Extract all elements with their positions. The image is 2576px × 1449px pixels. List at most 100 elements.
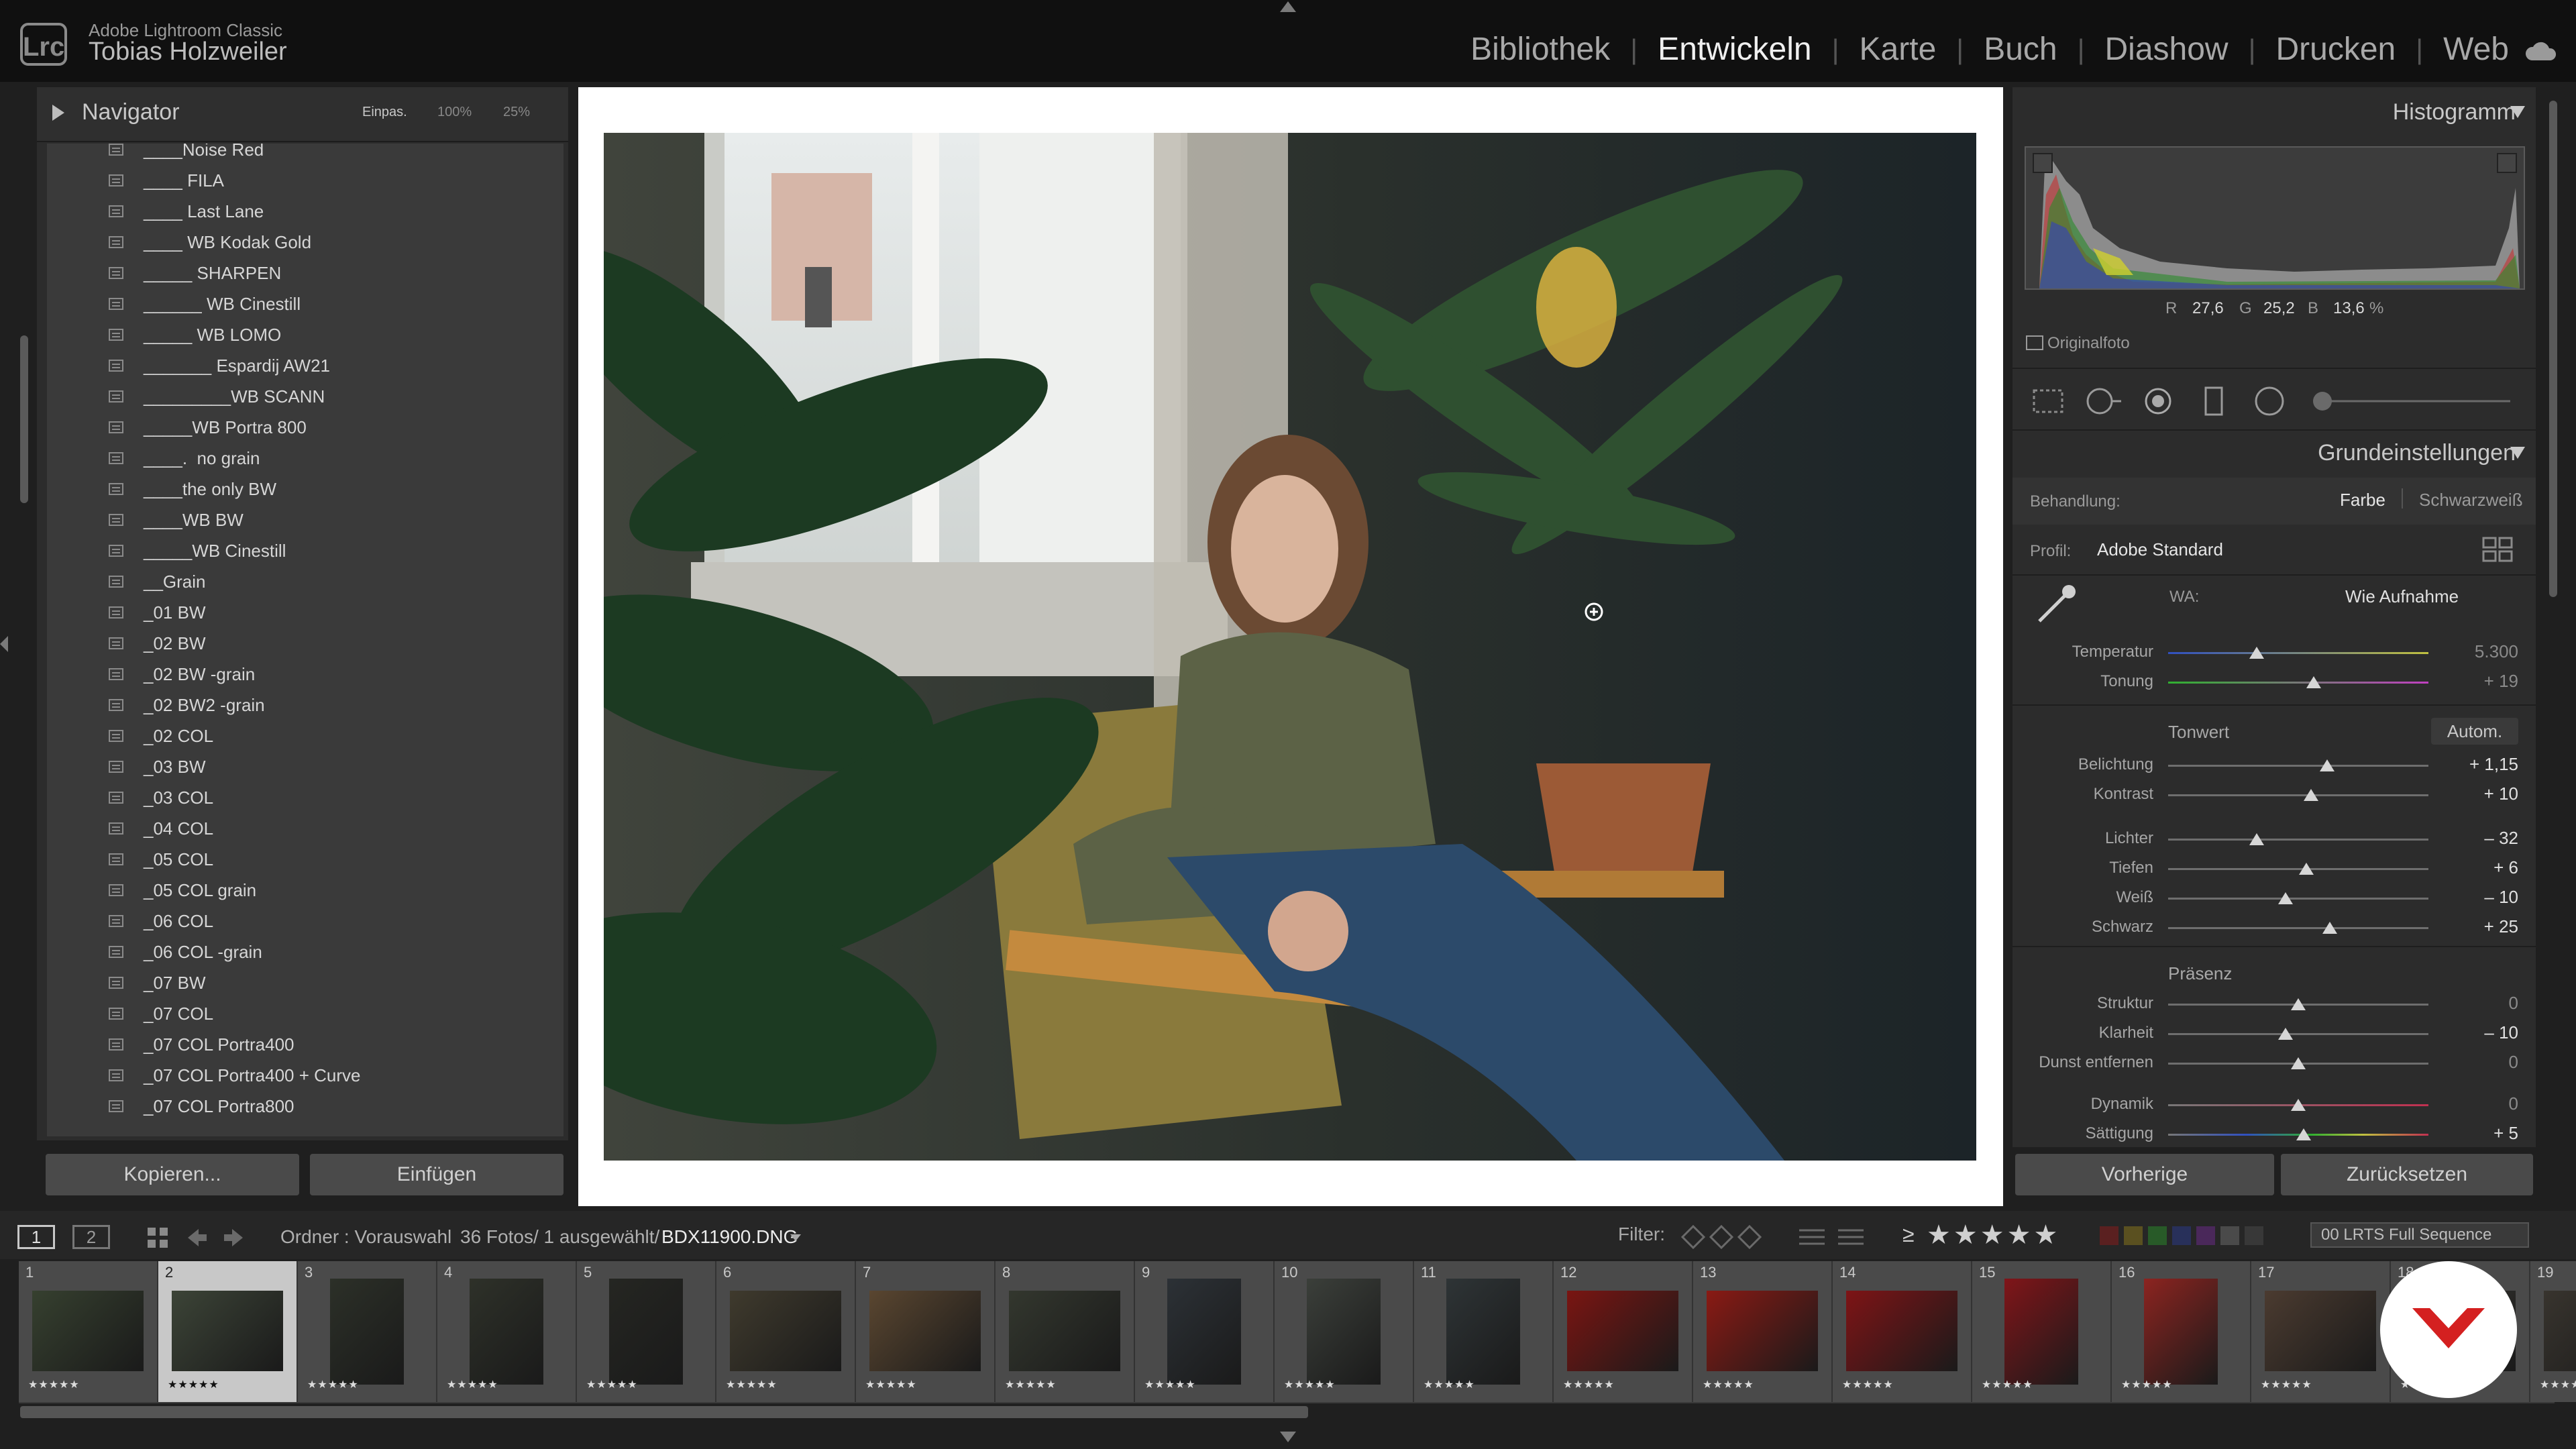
module-tab-drucken[interactable]: Drucken <box>2276 31 2396 68</box>
preset-item[interactable]: _02 COL <box>47 720 564 751</box>
filmstrip-thumbnail[interactable]: 13 ★★★★★ <box>1693 1261 1833 1402</box>
histogram-graph[interactable] <box>2025 146 2525 290</box>
zoom-fit-option[interactable]: Einpas. <box>362 105 407 120</box>
preset-item[interactable]: _06 COL -grain <box>47 936 564 967</box>
filename-dropdown-icon[interactable] <box>790 1234 801 1241</box>
slider-value[interactable]: + 6 <box>2445 857 2518 878</box>
slider-value[interactable]: 5.300 <box>2445 641 2518 662</box>
white-balance-picker-icon[interactable] <box>2033 581 2080 628</box>
grid-view-icon[interactable] <box>146 1226 169 1249</box>
module-tab-bibliothek[interactable]: Bibliothek <box>1470 31 1610 68</box>
slider-track[interactable] <box>2168 839 2428 841</box>
profile-browser-icon[interactable] <box>2482 537 2513 564</box>
shadow-clipping-icon[interactable] <box>2033 153 2053 173</box>
radial-filter-icon[interactable] <box>2253 385 2286 417</box>
highlight-clipping-icon[interactable] <box>2497 153 2517 173</box>
slider-thumb[interactable] <box>2306 676 2322 688</box>
filmstrip-thumbnail[interactable]: 9 ★★★★★ <box>1135 1261 1275 1402</box>
preset-item[interactable]: ______ WB Cinestill <box>47 288 564 319</box>
filmstrip-thumbnail[interactable]: 2 ★★★★★ <box>158 1261 298 1402</box>
zoom-100-option[interactable]: 100% <box>437 105 472 120</box>
filmstrip-thumbnail[interactable]: 1 ★★★★★ <box>19 1261 158 1402</box>
slider-value[interactable]: – 10 <box>2445 1022 2518 1043</box>
preset-item[interactable]: _________WB SCANN <box>47 381 564 412</box>
previous-settings-button[interactable]: Vorherige <box>2015 1154 2274 1195</box>
auto-tone-button[interactable]: Autom. <box>2431 718 2518 745</box>
slider-thumb[interactable] <box>2291 1057 2306 1069</box>
preset-item[interactable]: ____ WB Kodak Gold <box>47 227 564 258</box>
red-eye-icon[interactable] <box>2141 385 2175 417</box>
second-window-button[interactable]: 2 <box>72 1225 110 1249</box>
collapse-left-panel-icon[interactable] <box>0 636 8 652</box>
slider-value[interactable]: 0 <box>2445 1093 2518 1114</box>
wb-select[interactable]: Wie Aufnahme <box>2345 586 2459 607</box>
basic-panel-collapse-icon[interactable] <box>2510 447 2525 459</box>
preset-item[interactable]: _03 BW <box>47 751 564 782</box>
filmstrip-thumbnail[interactable]: 17 ★★★★★ <box>2251 1261 2391 1402</box>
treatment-bw-option[interactable]: Schwarzweiß <box>2419 490 2523 511</box>
filmstrip-thumbnail[interactable]: 5 ★★★★★ <box>577 1261 716 1402</box>
slider-track[interactable] <box>2168 765 2428 767</box>
preset-item[interactable]: _02 BW <box>47 628 564 659</box>
slider-value[interactable]: + 19 <box>2445 671 2518 692</box>
module-tab-web[interactable]: Web <box>2443 31 2509 68</box>
navigator-expand-icon[interactable] <box>52 105 64 121</box>
treatment-color-option[interactable]: Farbe <box>2340 490 2385 511</box>
left-panel-scrollbar[interactable] <box>20 335 28 503</box>
preset-item[interactable]: _______ Espardij AW21 <box>47 350 564 381</box>
slider-value[interactable]: – 10 <box>2445 887 2518 908</box>
histogram-collapse-icon[interactable] <box>2510 106 2525 118</box>
slider-value[interactable]: – 32 <box>2445 828 2518 849</box>
slider-thumb[interactable] <box>2249 833 2264 845</box>
filmstrip-thumbnail[interactable]: 3 ★★★★★ <box>298 1261 437 1402</box>
next-photo-icon[interactable] <box>223 1228 244 1248</box>
preset-item[interactable]: _07 BW <box>47 967 564 998</box>
slider-value[interactable]: 0 <box>2445 993 2518 1014</box>
filmstrip-thumbnail[interactable]: 8 ★★★★★ <box>996 1261 1135 1402</box>
preset-item[interactable]: _04 COL <box>47 813 564 844</box>
module-tab-diashow[interactable]: Diashow <box>2105 31 2229 68</box>
slider-track[interactable] <box>2168 682 2428 684</box>
collapse-top-panel-icon[interactable] <box>1280 1 1296 12</box>
preset-item[interactable]: ____ Last Lane <box>47 196 564 227</box>
slider-thumb[interactable] <box>2304 789 2319 801</box>
filmstrip-thumbnail[interactable]: 19 ★★★★★ <box>2530 1261 2576 1402</box>
slider-thumb[interactable] <box>2277 892 2293 904</box>
filmstrip-thumbnail[interactable]: 11 ★★★★★ <box>1414 1261 1554 1402</box>
preset-item[interactable]: _05 COL grain <box>47 875 564 906</box>
crop-tool-icon[interactable] <box>2031 388 2065 415</box>
slider-thumb[interactable] <box>2322 922 2337 934</box>
module-tab-karte[interactable]: Karte <box>1860 31 1937 68</box>
module-tab-buch[interactable]: Buch <box>1984 31 2057 68</box>
slider-track[interactable] <box>2168 898 2428 900</box>
spot-removal-icon[interactable] <box>2084 385 2124 417</box>
preset-item[interactable]: _02 BW -grain <box>47 659 564 690</box>
filmstrip-thumbnail[interactable]: 15 ★★★★★ <box>1972 1261 2112 1402</box>
preset-item[interactable]: _05 COL <box>47 844 564 875</box>
paste-settings-button[interactable]: Einfügen <box>310 1154 564 1195</box>
preset-item[interactable]: ____WB BW <box>47 504 564 535</box>
module-tab-entwickeln[interactable]: Entwickeln <box>1658 31 1811 68</box>
previous-photo-icon[interactable] <box>186 1228 208 1248</box>
slider-track[interactable] <box>2168 1033 2428 1035</box>
main-photo[interactable] <box>604 133 1976 1161</box>
main-window-button[interactable]: 1 <box>17 1225 55 1249</box>
rating-operator[interactable]: ≥ <box>1902 1222 1915 1247</box>
collapse-filmstrip-icon[interactable] <box>1280 1432 1296 1442</box>
filmstrip-thumbnail[interactable]: 16 ★★★★★ <box>2112 1261 2251 1402</box>
preset-item[interactable]: _____WB Portra 800 <box>47 412 564 443</box>
slider-thumb[interactable] <box>2291 1099 2306 1111</box>
rating-filter-stars[interactable]: ★★★★★ <box>1927 1220 2060 1250</box>
filmstrip-thumbnail[interactable]: 10 ★★★★★ <box>1275 1261 1414 1402</box>
preset-item[interactable]: _02 BW2 -grain <box>47 690 564 720</box>
filter-preset-select[interactable]: 00 LRTS Full Sequence <box>2310 1222 2529 1248</box>
preset-item[interactable]: ____the only BW <box>47 474 564 504</box>
original-photo-checkbox[interactable] <box>2026 335 2043 350</box>
slider-thumb[interactable] <box>2319 759 2334 771</box>
slider-value[interactable]: + 5 <box>2445 1123 2518 1144</box>
graduated-filter-icon[interactable] <box>2200 385 2227 417</box>
folder-source[interactable]: Ordner : Vorauswahl <box>280 1226 451 1248</box>
slider-thumb[interactable] <box>2298 863 2314 875</box>
slider-value[interactable]: + 1,15 <box>2445 754 2518 775</box>
preset-item[interactable]: ____Noise Red <box>47 144 564 165</box>
